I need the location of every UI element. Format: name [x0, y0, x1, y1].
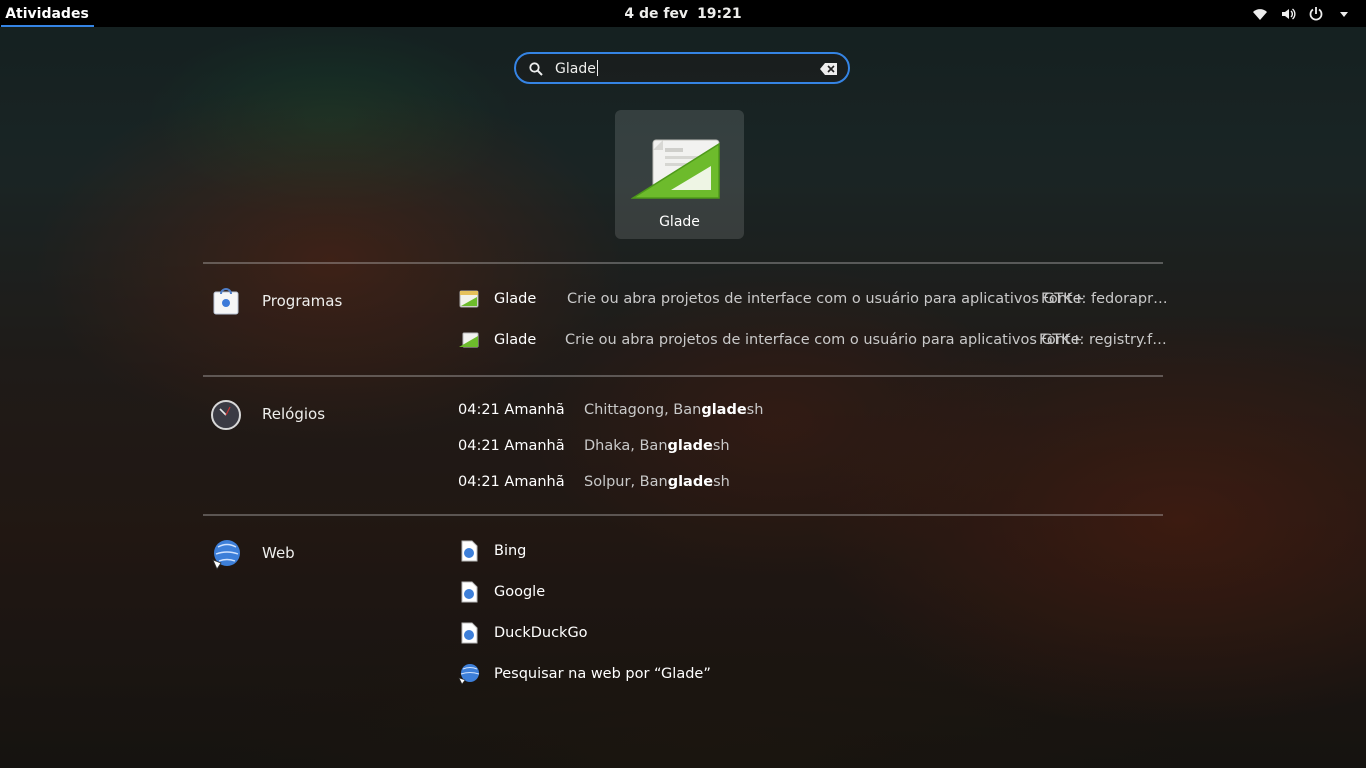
- provider-name-programs[interactable]: Programas: [262, 292, 342, 310]
- section-divider: [203, 375, 1163, 377]
- clock-location: Chittagong, Bangladesh: [584, 402, 764, 418]
- program-result-2[interactable]: Glade Crie ou abra projetos de interface…: [458, 328, 1167, 352]
- clock-time: 04:21 Amanhã: [458, 474, 565, 490]
- power-icon: [1308, 6, 1324, 22]
- search-icon: [529, 62, 543, 76]
- text-caret: [596, 60, 598, 76]
- web-result-title: Google: [494, 584, 546, 600]
- program-result-1[interactable]: Glade Crie ou abra projetos de interface…: [458, 287, 1168, 311]
- app-result-label: Glade: [659, 214, 700, 230]
- web-result-title: Bing: [494, 543, 527, 559]
- glade-app-icon: [459, 332, 479, 348]
- program-source: Fonte: fedorapr…: [1041, 291, 1168, 307]
- date-label: 4 de fev: [624, 5, 689, 22]
- glade-app-icon: [631, 139, 720, 199]
- search-input[interactable]: Glade: [555, 61, 596, 77]
- clock-icon: [210, 399, 242, 431]
- section-divider: [203, 262, 1163, 264]
- activities-button[interactable]: Atividades: [0, 0, 94, 27]
- clock-time: 04:21 Amanhã: [458, 402, 565, 418]
- clock-button[interactable]: 4 de fev 19:21: [0, 0, 1366, 27]
- web-result-duckduckgo[interactable]: DuckDuckGo: [458, 621, 588, 645]
- program-description: Crie ou abra projetos de interface com o…: [567, 291, 1085, 307]
- network-wireless-icon: [1252, 6, 1268, 22]
- web-page-icon: [461, 622, 478, 644]
- software-center-icon: [210, 286, 242, 318]
- top-bar: Atividades 4 de fev 19:21: [0, 0, 1366, 27]
- clock-result-3[interactable]: 04:21 Amanhã Solpur, Bangladesh: [458, 470, 730, 494]
- program-title: Glade: [494, 332, 537, 348]
- web-page-icon: [461, 581, 478, 603]
- web-result-bing[interactable]: Bing: [458, 539, 526, 563]
- time-label: 19:21: [697, 5, 742, 22]
- section-divider: [203, 514, 1163, 516]
- web-page-icon: [461, 540, 478, 562]
- clock-location: Dhaka, Bangladesh: [584, 438, 730, 454]
- program-title: Glade: [494, 291, 537, 307]
- clock-result-2[interactable]: 04:21 Amanhã Dhaka, Bangladesh: [458, 434, 730, 458]
- provider-name-web[interactable]: Web: [262, 544, 295, 562]
- clock-result-1[interactable]: 04:21 Amanhã Chittagong, Bangladesh: [458, 398, 763, 422]
- glade-app-icon: [459, 290, 479, 308]
- edit-clear-icon[interactable]: [820, 62, 838, 76]
- web-result-search-web[interactable]: Pesquisar na web por “Glade”: [458, 662, 711, 686]
- volume-icon: [1280, 6, 1296, 22]
- web-result-google[interactable]: Google: [458, 580, 545, 604]
- program-description: Crie ou abra projetos de interface com o…: [565, 332, 1083, 348]
- search-entry[interactable]: Glade: [514, 52, 850, 84]
- clock-location: Solpur, Bangladesh: [584, 474, 730, 490]
- web-result-title: DuckDuckGo: [494, 625, 588, 641]
- provider-name-clocks[interactable]: Relógios: [262, 405, 325, 423]
- web-browser-icon: [458, 664, 480, 685]
- clock-time: 04:21 Amanhã: [458, 438, 565, 454]
- chevron-down-icon: [1336, 6, 1352, 22]
- web-browser-icon: [210, 538, 242, 570]
- system-menu[interactable]: [1252, 0, 1352, 27]
- app-result-glade[interactable]: Glade: [615, 110, 744, 239]
- program-source: Fonte: registry.f…: [1039, 332, 1167, 348]
- web-result-title: Pesquisar na web por “Glade”: [494, 666, 711, 682]
